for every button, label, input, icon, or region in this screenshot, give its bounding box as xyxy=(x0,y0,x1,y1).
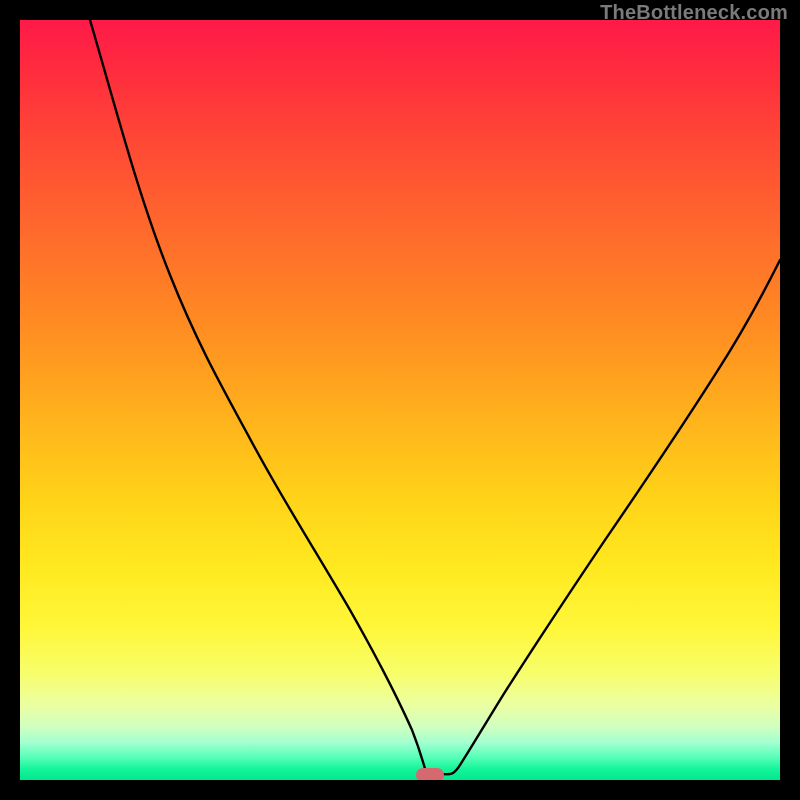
chart-frame: TheBottleneck.com xyxy=(0,0,800,800)
minimum-marker xyxy=(416,768,444,780)
bottleneck-curve xyxy=(20,20,780,780)
plot-area xyxy=(20,20,780,780)
watermark-text: TheBottleneck.com xyxy=(600,2,788,25)
curve-path xyxy=(90,20,780,774)
